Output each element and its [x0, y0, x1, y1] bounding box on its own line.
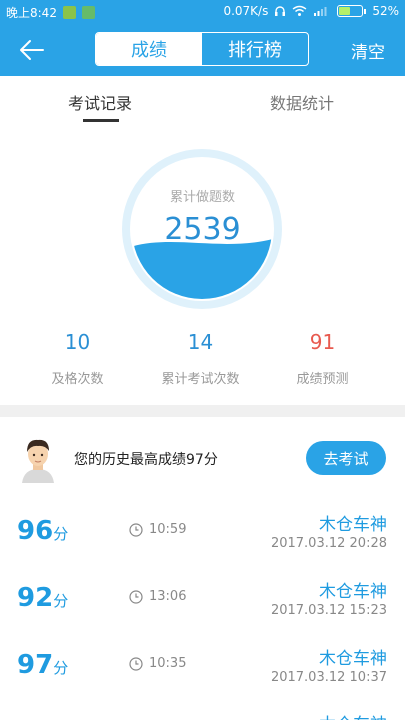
- clock-icon: [129, 656, 143, 671]
- section-divider: [0, 405, 405, 417]
- sub-tabs: 考试记录 数据统计: [0, 76, 405, 126]
- signal-icon: [314, 7, 327, 16]
- duration-text: 13:06: [149, 589, 187, 604]
- gauge-value: 2539: [164, 212, 241, 247]
- record-date: 2017.03.12 20:28: [270, 536, 387, 551]
- stat-value: 14: [187, 330, 214, 354]
- best-score-row: 您的历史最高成绩97分 去考试: [0, 417, 405, 497]
- battery-tip: [364, 8, 367, 14]
- stat-pass-count: 10 及格次数: [10, 330, 145, 387]
- record-name: 木仓车神: [319, 582, 387, 602]
- record-date: 2017.03.12 15:23: [270, 603, 387, 618]
- record-score: 92分: [17, 583, 68, 613]
- record-duration: 13:06: [129, 589, 186, 604]
- nav-bar: 成绩 排行榜 清空: [0, 24, 405, 76]
- avatar: [22, 439, 54, 483]
- stat-label: 及格次数: [51, 372, 104, 387]
- duration-text: 10:59: [149, 522, 187, 537]
- best-score-text: 您的历史最高成绩97分: [74, 452, 218, 468]
- headset-icon: [275, 6, 286, 16]
- app-notification-icon: [81, 6, 95, 19]
- stat-label: 累计考试次数: [161, 372, 240, 387]
- gauge-fill: [132, 238, 272, 299]
- record-name: 木仓车神: [319, 515, 387, 535]
- status-left: 晚上8:42: [6, 4, 95, 21]
- tab-scores[interactable]: 成绩: [96, 33, 202, 65]
- take-exam-button[interactable]: 去考试: [306, 441, 386, 475]
- clear-button[interactable]: 清空: [351, 38, 385, 63]
- tab-ranking[interactable]: 排行榜: [202, 33, 308, 65]
- record-duration: 10:59: [129, 522, 186, 537]
- score-unit: 分: [53, 659, 69, 677]
- score-number: 92: [17, 583, 54, 613]
- battery-percent: 52%: [372, 4, 399, 18]
- back-button[interactable]: [14, 34, 50, 66]
- app-notification-icon: [62, 6, 76, 19]
- stat-value: 10: [64, 330, 91, 354]
- status-bar: 晚上8:42 0.07K/s 52%: [0, 0, 405, 24]
- duration-text: 10:35: [149, 656, 187, 671]
- stat-score-prediction: 91 成绩预测: [255, 330, 390, 387]
- status-time: 晚上8:42: [6, 6, 57, 20]
- tab-exam-records[interactable]: 考试记录: [68, 90, 132, 114]
- clock-icon: [129, 589, 143, 604]
- record-duration: 10:35: [129, 656, 186, 671]
- status-right: 0.07K/s 52%: [223, 4, 399, 18]
- battery-icon: [337, 5, 364, 17]
- active-tab-indicator: [83, 119, 119, 122]
- score-unit: 分: [53, 525, 69, 543]
- stat-exam-count: 14 累计考试次数: [133, 330, 268, 387]
- score-number: 97: [17, 650, 54, 680]
- record-row[interactable]: 92分 13:06 木仓车神 2017.03.12 15:23: [0, 575, 405, 641]
- stat-label: 成绩预测: [296, 372, 349, 387]
- stat-value: 91: [309, 330, 336, 354]
- battery-level: [339, 7, 351, 15]
- record-name: 木仓车神: [319, 710, 387, 720]
- arrow-left-icon: [20, 40, 44, 60]
- gauge-label: 累计做题数: [169, 190, 235, 205]
- score-number: 96: [17, 516, 54, 546]
- score-unit: 分: [53, 592, 69, 610]
- network-speed: 0.07K/s: [223, 4, 269, 18]
- clock-icon: [129, 522, 143, 537]
- record-score: 97分: [17, 650, 68, 680]
- record-row[interactable]: 97分 10:35 木仓车神 2017.03.12 10:37: [0, 642, 405, 708]
- record-date: 2017.03.12 10:37: [270, 670, 387, 685]
- segment-control: 成绩 排行榜: [95, 32, 309, 66]
- record-row[interactable]: 96分 10:59 木仓车神 2017.03.12 20:28: [0, 508, 405, 574]
- record-score: 96分: [17, 516, 68, 546]
- tab-data-statistics[interactable]: 数据统计: [270, 90, 334, 114]
- record-row[interactable]: 木仓车神: [0, 708, 405, 720]
- wifi-icon: [292, 5, 307, 16]
- record-name: 木仓车神: [319, 649, 387, 669]
